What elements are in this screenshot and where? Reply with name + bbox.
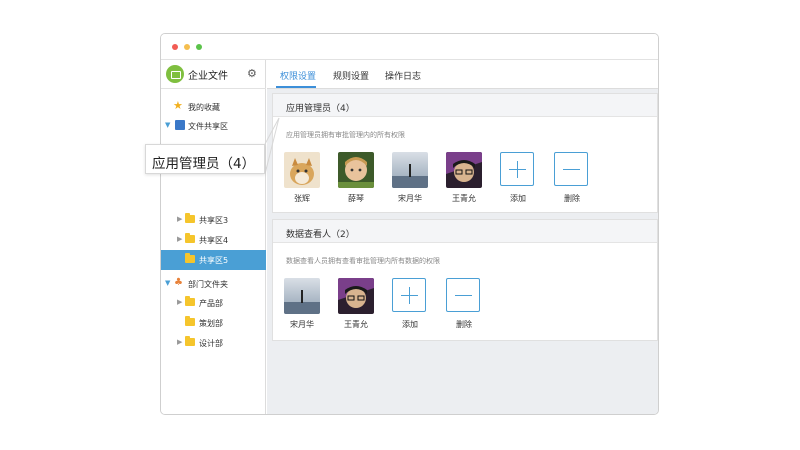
callout-text: 应用管理员（4） bbox=[152, 156, 256, 172]
zoom-callout: 应用管理员（4） bbox=[145, 144, 265, 174]
callout-pointer bbox=[264, 117, 280, 175]
